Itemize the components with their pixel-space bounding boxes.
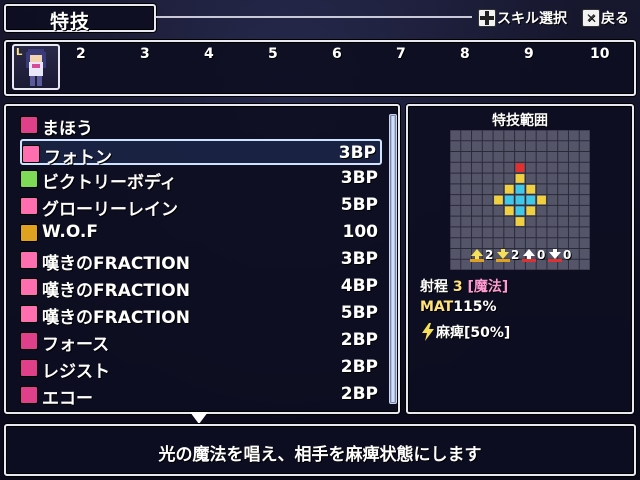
party-slot-10[interactable]: 10 <box>590 46 609 62</box>
skill-row[interactable]: まほう <box>20 112 382 139</box>
music-note-icon <box>20 251 38 269</box>
overlay-down-ally: 2 <box>496 248 519 262</box>
arrow-up-red-icon <box>522 248 536 262</box>
skill-row[interactable]: ビクトリーボディ 3BP <box>20 166 382 193</box>
range-panel-title: 特技範囲 <box>492 113 548 129</box>
skill-cost: 2BP <box>340 330 378 350</box>
grid-cell-area <box>515 184 525 194</box>
skill-cost: 5BP <box>340 195 378 215</box>
skill-name: フォース <box>42 335 110 355</box>
skill-cost: 3BP <box>338 143 376 163</box>
party-bar: L 2 3 4 5 6 7 8 9 10 <box>4 40 636 96</box>
arrow-up-yellow-icon <box>470 248 484 262</box>
skill-cost: 2BP <box>340 357 378 377</box>
header-divider <box>156 16 472 18</box>
overlay-up-ally: 2 <box>470 248 493 262</box>
skill-row[interactable]: レジスト 2BP <box>20 355 382 382</box>
party-slot-8[interactable]: 8 <box>460 46 470 62</box>
vo-badge-icon <box>20 386 38 404</box>
skill-range-window: 特技範囲 2 2 0 0 射程 3 [魔法] MAT115% 麻痺[50%] <box>406 104 634 414</box>
character-portrait[interactable]: L <box>12 44 60 90</box>
grid-cell-area <box>504 184 514 194</box>
description-window: 光の魔法を唱え、相手を麻痺状態にします <box>4 424 636 476</box>
effect-stat: 麻痺[50%] <box>420 322 510 342</box>
party-slot-6[interactable]: 6 <box>332 46 342 62</box>
arrow-down-red-icon <box>548 248 562 262</box>
light-magic-icon <box>20 197 38 215</box>
grid-cell-area <box>515 217 525 226</box>
skill-cost: 3BP <box>340 249 378 269</box>
vo-badge-icon <box>20 359 38 377</box>
overlay-up-enemy: 0 <box>522 248 545 262</box>
sun-emblem-icon <box>20 224 38 242</box>
skill-name: まほう <box>42 119 93 139</box>
dpad-icon <box>478 9 496 27</box>
skill-cost: 4BP <box>340 276 378 296</box>
party-slot-3[interactable]: 3 <box>140 46 150 62</box>
back-label: 戻る <box>601 11 629 27</box>
scroll-down-indicator <box>190 412 208 424</box>
skill-cost: 2BP <box>340 384 378 404</box>
grid-cell-area <box>537 195 546 205</box>
grid-cell-area <box>515 206 525 216</box>
skill-select-hint[interactable]: スキル選択 <box>478 8 567 28</box>
grid-cell-area <box>526 195 536 205</box>
skill-cost: 5BP <box>340 303 378 323</box>
grid-cell-area <box>504 195 514 205</box>
lightning-icon <box>422 323 434 341</box>
skill-name: グローリーレイン <box>42 200 178 220</box>
grid-cell-target <box>515 195 525 205</box>
scrollbar-thumb[interactable] <box>391 116 395 402</box>
skill-select-label: スキル選択 <box>497 11 567 27</box>
scrollbar[interactable] <box>389 114 397 404</box>
back-hint[interactable]: ✕ 戻る <box>582 8 629 28</box>
skill-name: フォトン <box>44 148 112 168</box>
cancel-key-icon: ✕ <box>582 9 600 27</box>
range-stat: 射程 3 [魔法] <box>420 279 509 295</box>
arrow-down-yellow-icon <box>496 248 510 262</box>
page-title: 特技 <box>50 11 91 33</box>
skill-name: W.O.F <box>42 222 98 242</box>
vo-badge-icon <box>20 332 38 350</box>
grid-cell-area <box>494 195 503 205</box>
skill-description: 光の魔法を唱え、相手を麻痺状態にします <box>158 445 482 465</box>
skill-row[interactable]: W.O.F 100 <box>20 220 382 246</box>
mat-stat: MAT115% <box>420 299 497 315</box>
grid-cell-area <box>526 184 536 194</box>
skill-row[interactable]: フォース 2BP <box>20 328 382 355</box>
party-slot-5[interactable]: 5 <box>268 46 278 62</box>
skill-row[interactable]: 嘆きのFRACTION 4BP <box>20 274 382 301</box>
skill-row[interactable]: グローリーレイン 5BP <box>20 193 382 220</box>
skill-name: ビクトリーボディ <box>42 173 177 193</box>
buff-plus-icon <box>20 170 38 188</box>
overlay-down-enemy: 0 <box>548 248 571 262</box>
skill-name: レジスト <box>42 362 110 382</box>
party-slot-9[interactable]: 9 <box>524 46 534 62</box>
magic-category-icon <box>20 116 38 134</box>
party-slot-2[interactable]: 2 <box>76 46 86 62</box>
skill-cost: 3BP <box>340 168 378 188</box>
party-slot-4[interactable]: 4 <box>204 46 214 62</box>
skill-name: 嘆きのFRACTION <box>42 281 190 301</box>
music-note-plus-icon <box>20 278 38 296</box>
grid-cell-origin <box>515 163 525 173</box>
active-slot-marker: L <box>16 47 23 58</box>
title-window: 特技 <box>4 4 156 33</box>
skill-row[interactable]: エコー 2BP <box>20 382 382 409</box>
skill-name: 嘆きのFRACTION <box>42 308 190 328</box>
party-slot-7[interactable]: 7 <box>396 46 406 62</box>
music-note-plus2-icon <box>20 305 38 323</box>
skill-cost: 100 <box>342 222 379 242</box>
grid-cell-area <box>504 206 514 216</box>
skill-name: エコー <box>42 389 93 409</box>
skill-row[interactable]: 嘆きのFRACTION 3BP <box>20 247 382 274</box>
grid-cell-area <box>526 206 536 216</box>
light-magic-icon <box>22 145 40 163</box>
grid-cell-area <box>515 174 525 183</box>
skill-list-window: まほうフォトン 3BP ビクトリーボディ 3BP グローリーレイン 5BP W.O.F 100… <box>4 104 400 414</box>
skill-row[interactable]: 嘆きのFRACTION 5BP <box>20 301 382 328</box>
skill-name: 嘆きのFRACTION <box>42 254 190 274</box>
skill-row-selected[interactable]: フォトン 3BP <box>20 139 382 168</box>
